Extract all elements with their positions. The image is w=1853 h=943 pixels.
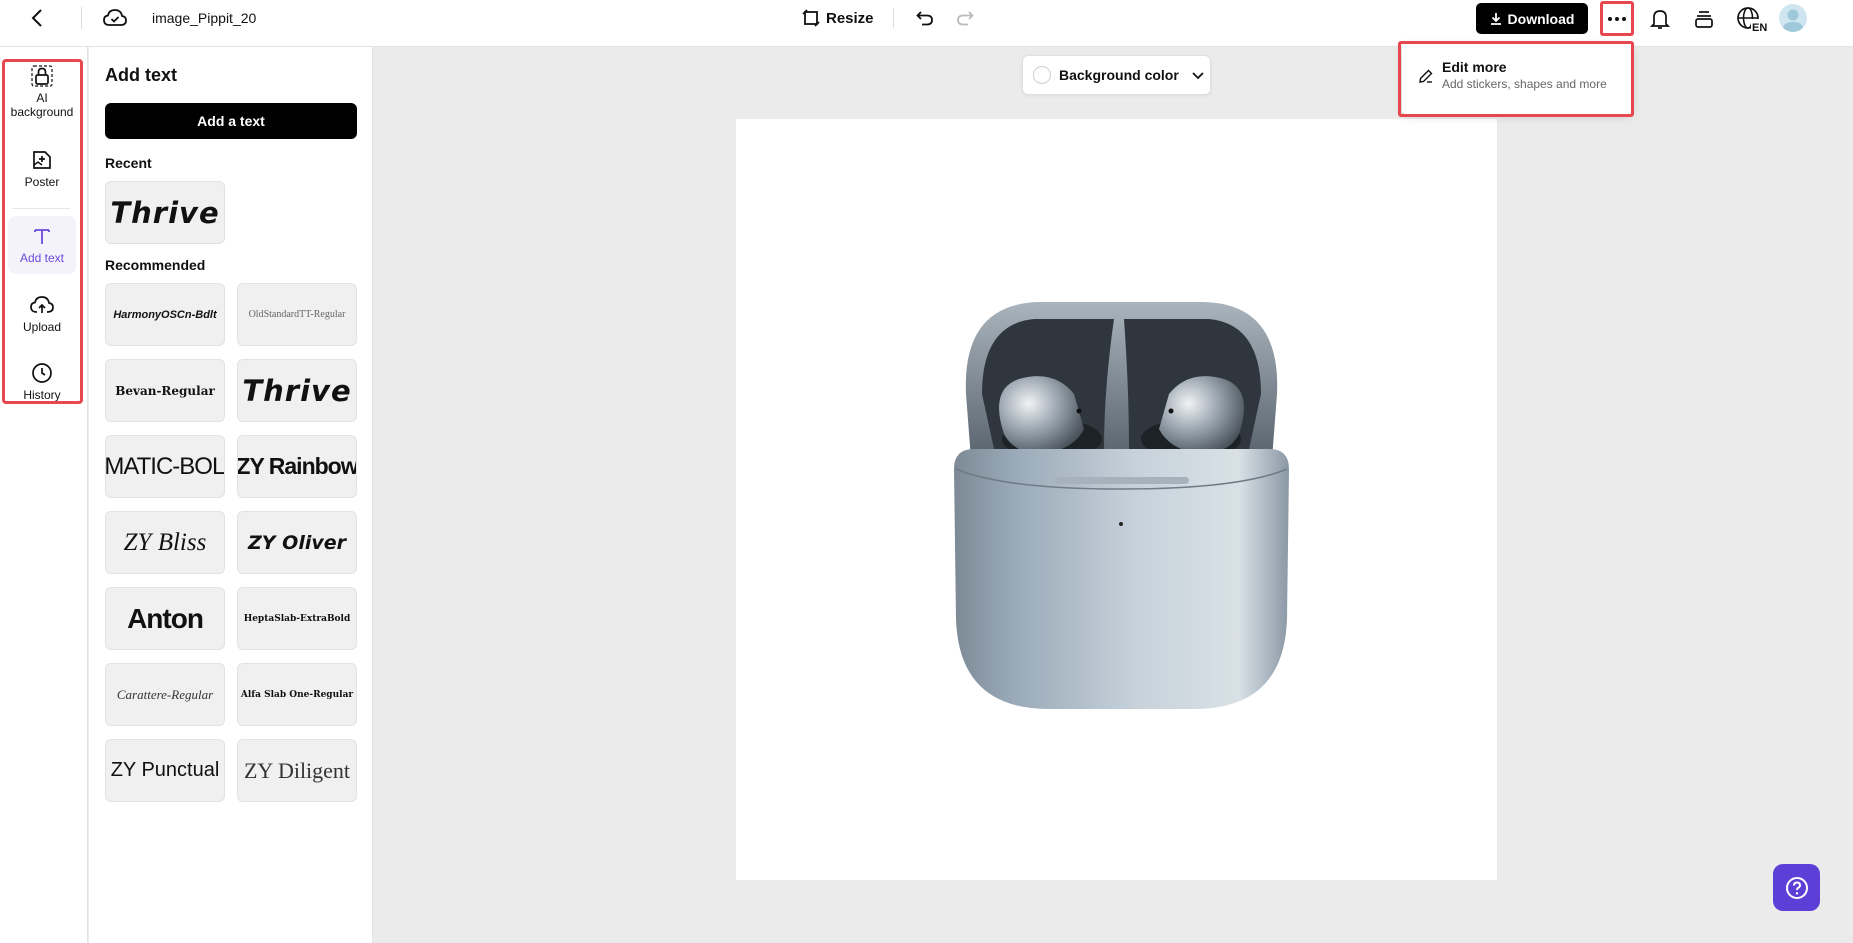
cloud-save-button[interactable]: [102, 6, 128, 30]
globe-icon: EN: [1737, 7, 1768, 32]
rail-item-ai-background[interactable]: AI background: [8, 64, 76, 124]
rail-item-poster[interactable]: Poster: [8, 148, 76, 194]
recent-label: Recent: [105, 155, 152, 171]
redo-button[interactable]: [953, 6, 977, 30]
layers-icon: [1695, 11, 1713, 28]
font-tile[interactable]: ZY Diligent: [237, 739, 357, 802]
top-bar: image_Pippit_20 Resize Download EN: [0, 0, 1853, 47]
more-icon: [1608, 16, 1626, 21]
font-tile[interactable]: ZY Punctual: [105, 739, 225, 802]
lock-icon: [30, 64, 54, 88]
font-tile[interactable]: HeptaSlab-ExtraBold: [237, 587, 357, 650]
more-options-menu: Edit more Add stickers, shapes and more: [1402, 44, 1632, 114]
background-color-button[interactable]: Background color: [1022, 55, 1211, 95]
download-button[interactable]: Download: [1476, 3, 1588, 34]
undo-icon: [916, 11, 933, 26]
font-tile[interactable]: AMATIC-BOLD: [105, 435, 225, 498]
background-color-label: Background color: [1059, 67, 1179, 83]
help-button[interactable]: [1773, 864, 1820, 911]
poster-icon: [30, 148, 54, 172]
layers-button[interactable]: [1691, 6, 1717, 32]
recommended-label: Recommended: [105, 257, 206, 273]
clock-icon: [30, 361, 54, 385]
download-label: Download: [1507, 10, 1575, 27]
help-icon: [1785, 876, 1808, 899]
divider: [893, 8, 894, 28]
file-name[interactable]: image_Pippit_20: [152, 10, 256, 26]
avatar-icon: [1782, 9, 1804, 32]
rail-item-label: AI background: [10, 91, 74, 119]
font-tile[interactable]: Anton: [105, 587, 225, 650]
resize-label: Resize: [826, 9, 874, 27]
font-tile[interactable]: OldStandardTT-Regular: [237, 283, 357, 346]
font-tile[interactable]: Bevan-Regular: [105, 359, 225, 422]
resize-icon: [802, 9, 820, 27]
rail-item-upload[interactable]: Upload: [8, 293, 76, 339]
resize-button[interactable]: Resize: [802, 6, 874, 30]
language-button[interactable]: EN: [1735, 5, 1769, 33]
rail-divider: [12, 208, 70, 209]
design-canvas[interactable]: [736, 119, 1497, 880]
add-text-panel: Add text Add a text Recent Thrive Recomm…: [89, 47, 373, 943]
rail-item-add-text[interactable]: Add text: [8, 216, 76, 274]
menu-item-subtitle: Add stickers, shapes and more: [1442, 77, 1607, 91]
more-options-button[interactable]: [1602, 3, 1632, 34]
font-tile[interactable]: Thrive: [237, 359, 357, 422]
bell-icon: [1650, 10, 1670, 29]
rail-item-label: History: [23, 388, 61, 402]
font-tile[interactable]: Alfa Slab One-Regular: [237, 663, 357, 726]
rail-item-label: Add text: [19, 251, 65, 265]
panel-title: Add text: [105, 65, 177, 85]
menu-item-edit-more[interactable]: Edit more Add stickers, shapes and more: [1410, 52, 1624, 104]
pencil-icon: [1419, 69, 1433, 83]
cloud-icon: [103, 9, 127, 26]
upload-cloud-icon: [30, 293, 54, 317]
menu-item-title: Edit more: [1442, 59, 1507, 75]
divider: [81, 7, 82, 29]
earbuds-case-image[interactable]: [954, 299, 1289, 709]
redo-icon: [957, 11, 974, 26]
back-button[interactable]: [26, 7, 48, 29]
font-tile[interactable]: Carattere-Regular: [105, 663, 225, 726]
text-icon: [30, 224, 54, 248]
font-tile[interactable]: ZY Rainbow: [237, 435, 357, 498]
download-icon: [1490, 13, 1501, 25]
undo-button[interactable]: [913, 6, 937, 30]
add-a-text-button[interactable]: Add a text: [105, 103, 357, 139]
rail-item-label: Upload: [22, 320, 62, 334]
avatar[interactable]: [1779, 4, 1807, 32]
chevron-down-icon: [1192, 71, 1204, 79]
font-tile[interactable]: ZY Oliver: [237, 511, 357, 574]
font-tile[interactable]: HarmonyOSCn-Bdlt: [105, 283, 225, 346]
rail-item-label: Poster: [24, 175, 60, 189]
rail-item-history[interactable]: History: [8, 361, 76, 403]
back-icon: [31, 9, 42, 27]
color-swatch: [1033, 66, 1051, 84]
notifications-button[interactable]: [1647, 6, 1673, 32]
font-tile[interactable]: ZY Bliss: [105, 511, 225, 574]
font-tile-recent[interactable]: Thrive: [105, 181, 225, 244]
language-badge: EN: [1752, 22, 1767, 32]
